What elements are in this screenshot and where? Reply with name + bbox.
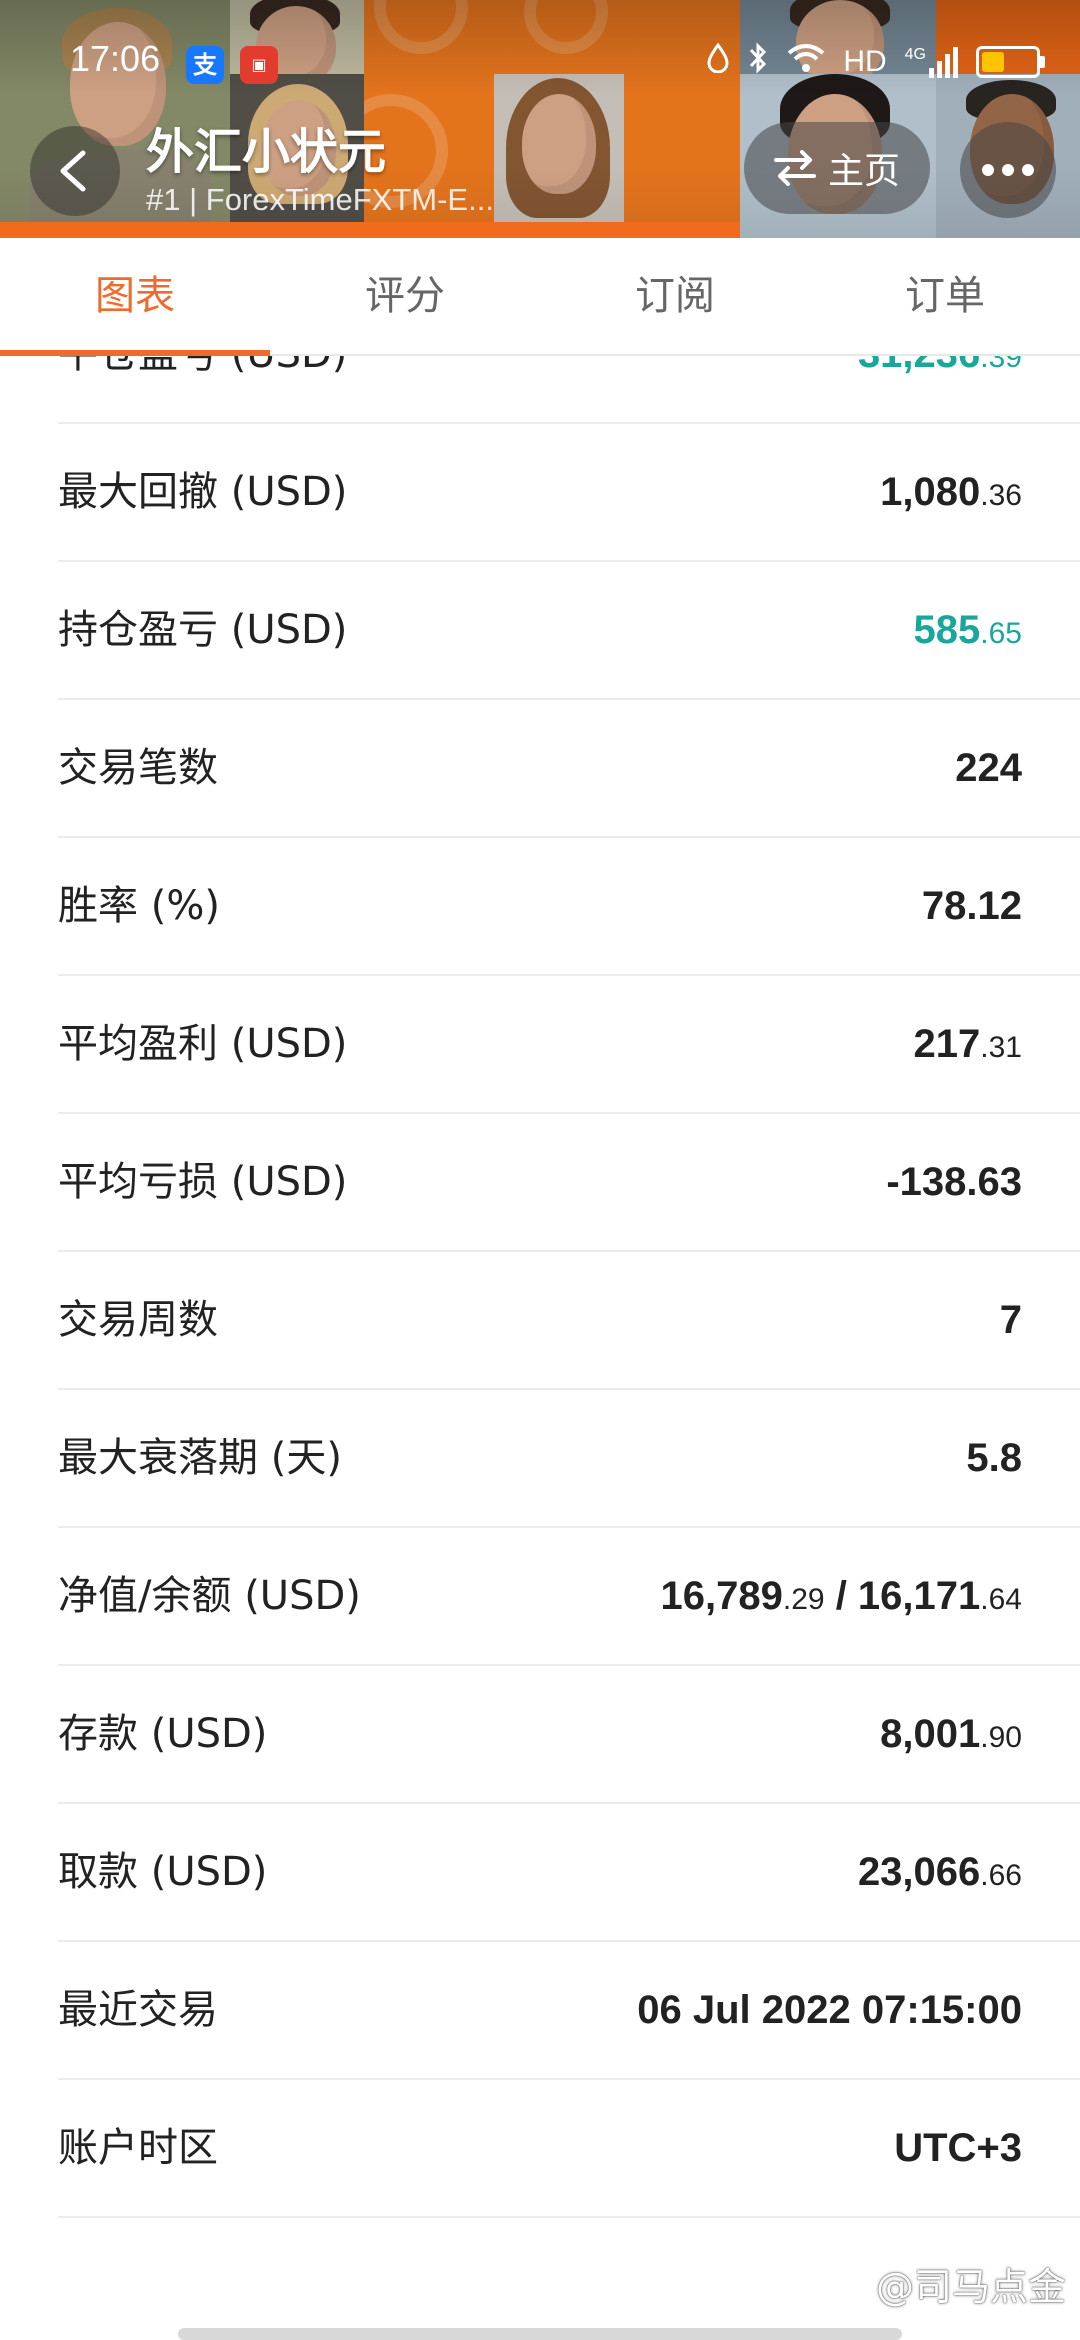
status-icons: HD 4G: [707, 40, 1045, 84]
tab-rating[interactable]: 评分: [270, 238, 540, 354]
stat-row-avg-loss: 平均亏损 (USD) -138.63: [58, 1114, 1080, 1252]
stat-label: 存款 (USD): [58, 1711, 268, 1757]
stat-row-last-trade: 最近交易 06 Jul 2022 07:15:00: [58, 1942, 1080, 2080]
watermark: @司马点金: [875, 2265, 1066, 2309]
drop-icon: [707, 42, 729, 81]
stat-row-withdrawal: 取款 (USD) 23,066.66: [58, 1804, 1080, 1942]
yunshanfu-icon: ▣: [240, 46, 278, 84]
stat-label: 最近交易: [58, 1987, 218, 2033]
stat-value: 5.8: [966, 1436, 1022, 1480]
stat-row-deposit: 存款 (USD) 8,001.90: [58, 1666, 1080, 1804]
status-time: 17:06: [70, 38, 161, 79]
stat-row-win-rate: 胜率 (%) 78.12: [58, 838, 1080, 976]
stat-value: 224: [955, 746, 1022, 790]
stat-label: 取款 (USD): [58, 1849, 268, 1895]
home-button[interactable]: 主页: [744, 122, 930, 214]
home-button-label: 主页: [827, 151, 900, 192]
stat-label: 持仓盈亏 (USD): [58, 607, 348, 653]
more-icon: [982, 164, 1034, 176]
header-accent-bar: [0, 222, 740, 238]
stat-label: 净值/余额 (USD): [58, 1573, 361, 1619]
page-title: 外汇小状元: [146, 124, 387, 180]
stat-label: 胜率 (%): [58, 883, 220, 929]
stat-label: 最大衰落期 (天): [58, 1435, 342, 1481]
stat-row-avg-profit: 平均盈利 (USD) 217.31: [58, 976, 1080, 1114]
stat-row-trade-weeks: 交易周数 7: [58, 1252, 1080, 1390]
stat-row-equity-balance: 净值/余额 (USD) 16,789.29 / 16,171.64: [58, 1528, 1080, 1666]
stat-label: 平仓盈亏 (USD): [58, 356, 347, 422]
chevron-left-icon: [60, 150, 86, 192]
network-label: HD: [843, 45, 887, 78]
battery-icon: [976, 46, 1045, 78]
tab-subscribe[interactable]: 订阅: [540, 238, 810, 354]
stat-row-open-pnl: 持仓盈亏 (USD) 585.65: [58, 562, 1080, 700]
stat-value: 23,066.66: [857, 1850, 1022, 1894]
swap-icon: [773, 150, 816, 186]
stat-value: 8,001.90: [880, 1712, 1022, 1756]
stat-row-max-drawdown: 最大回撤 (USD) 1,080.36: [58, 424, 1080, 562]
stat-value: 31,236.39: [858, 356, 1022, 376]
bluetooth-icon: [747, 41, 769, 83]
stat-label: 交易周数: [58, 1297, 218, 1343]
more-button[interactable]: [960, 122, 1056, 218]
stat-label: 交易笔数: [58, 745, 218, 791]
stat-value: -138.63: [886, 1160, 1022, 1204]
stat-value: UTC+3: [894, 2126, 1022, 2170]
stats-list[interactable]: 平仓盈亏 (USD) 31,236.39 最大回撤 (USD) 1,080.36…: [0, 356, 1080, 2340]
signal-icon: 4G: [905, 46, 958, 78]
tab-bar: 图表 评分 订阅 订单: [0, 238, 1080, 356]
stat-value: 585.65: [913, 608, 1022, 652]
stat-value: 7: [999, 1298, 1022, 1342]
stat-value: 217.31: [913, 1022, 1022, 1066]
stat-row-trade-count: 交易笔数 224: [58, 700, 1080, 838]
tab-orders[interactable]: 订单: [810, 238, 1080, 354]
stat-value: 1,080.36: [880, 470, 1022, 514]
stat-value: 78.12: [921, 884, 1022, 928]
wifi-icon: [787, 43, 825, 81]
stat-label: 平均亏损 (USD): [58, 1159, 348, 1205]
account-subtitle: #1 | ForexTimeFXTM-E...: [146, 182, 494, 217]
stat-label: 账户时区: [58, 2125, 218, 2171]
tab-chart[interactable]: 图表: [0, 238, 270, 356]
stat-label: 平均盈利 (USD): [58, 1021, 348, 1067]
stat-row-max-decline-period: 最大衰落期 (天) 5.8: [58, 1390, 1080, 1528]
stat-label: 最大回撤 (USD): [58, 469, 348, 515]
home-indicator[interactable]: [178, 2328, 902, 2340]
stat-row-timezone: 账户时区 UTC+3: [58, 2080, 1080, 2218]
back-button[interactable]: [30, 126, 120, 216]
stat-value: 16,789.29 / 16,171.64: [660, 1574, 1022, 1618]
alipay-icon: 支: [186, 46, 224, 84]
profile-header: 17:06 支 ▣ HD 4G 外汇小状元 #1 | ForexTimeFXTM…: [0, 0, 1080, 238]
stat-row-closed-pnl: 平仓盈亏 (USD) 31,236.39: [58, 356, 1080, 424]
stat-value: 06 Jul 2022 07:15:00: [637, 1988, 1022, 2032]
